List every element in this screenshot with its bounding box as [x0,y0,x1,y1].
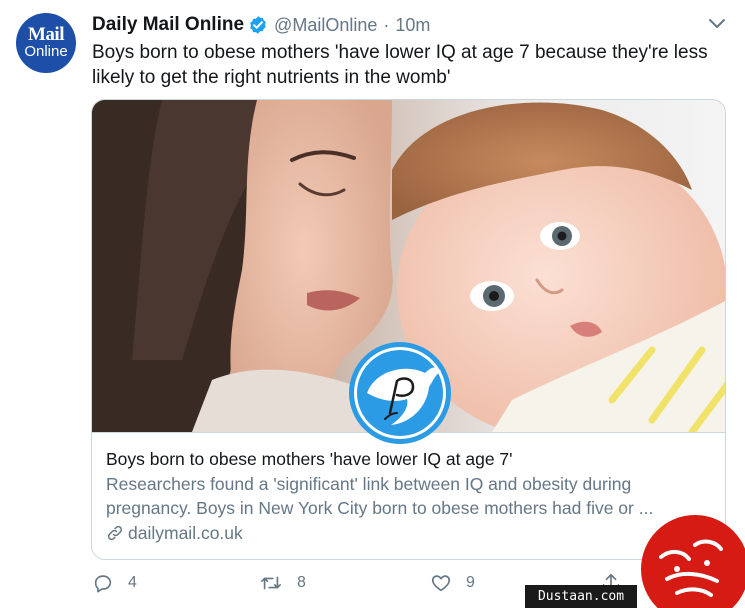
avatar[interactable]: Mail Online [16,13,76,73]
seal-watermark-icon [641,515,745,608]
account-name[interactable]: Daily Mail Online [92,14,244,36]
retweet-count: 8 [297,574,306,591]
retweet-button[interactable]: 8 [259,572,306,594]
like-count: 9 [466,574,475,591]
tweet[interactable]: Mail Online Daily Mail Online @MailOnlin… [0,0,745,608]
retweet-icon [261,576,281,590]
reply-icon [94,575,112,593]
like-button[interactable]: 9 [430,572,475,594]
reply-button[interactable]: 4 [92,572,137,594]
card-body: Boys born to obese mothers 'have lower I… [92,432,725,559]
site-watermark: Dustaan.com [525,585,637,608]
verified-badge-icon [248,15,268,35]
chevron-down-icon[interactable] [706,16,728,32]
tweet-timestamp[interactable]: 10m [395,15,430,36]
avatar-mail-text: Mail [28,24,65,45]
link-icon [107,525,123,541]
separator-dot: · [383,14,390,35]
card-description-line: Researchers found a 'significant' link b… [106,474,632,494]
tweet-header: Daily Mail Online @MailOnline · 10m [92,13,430,37]
link-card[interactable]: Boys born to obese mothers 'have lower I… [91,99,726,560]
account-handle[interactable]: @MailOnline [274,15,377,36]
card-description-line: pregnancy. Boys in New York City born to… [106,498,654,518]
reply-count: 4 [128,574,137,591]
card-domain[interactable]: dailymail.co.uk [106,521,725,545]
card-domain-text: dailymail.co.uk [128,523,243,543]
p-bird-watermark-icon [349,342,451,444]
heart-icon [431,575,451,592]
card-description: Researchers found a 'significant' link b… [106,472,706,520]
avatar-online-text: Online [24,43,68,60]
tweet-text: Boys born to obese mothers 'have lower I… [92,42,708,88]
card-title[interactable]: Boys born to obese mothers 'have lower I… [106,447,725,471]
